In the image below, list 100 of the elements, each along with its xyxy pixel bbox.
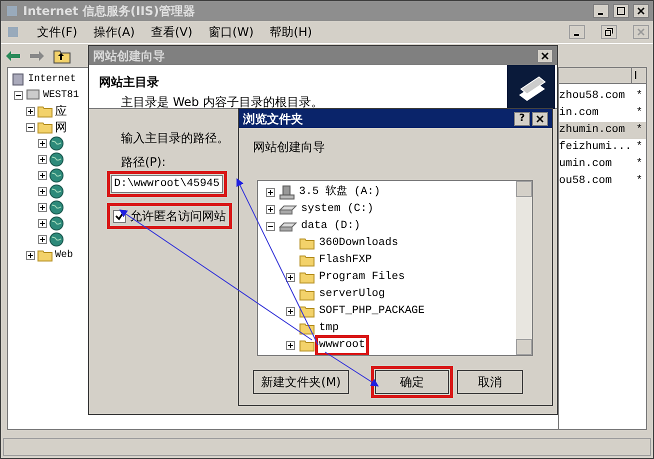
menu-item[interactable]: 窗口(W): [208, 23, 254, 41]
drive-icon: [279, 204, 297, 214]
globe-icon: [49, 184, 64, 198]
expand-box-icon[interactable]: [38, 218, 47, 228]
list-cell-text: *: [636, 89, 644, 104]
folder-tree-item[interactable]: FlashFXP: [319, 254, 372, 267]
folder-tree-item[interactable]: serverUlog: [319, 288, 386, 301]
folder-icon: [37, 248, 53, 262]
app-icon: [5, 4, 19, 18]
list-row[interactable]: ou58.com *: [559, 173, 646, 190]
list-row[interactable]: umin.com *: [559, 156, 646, 173]
collapse-box-icon[interactable]: [14, 90, 23, 100]
folder-tree-item[interactable]: Program Files: [319, 271, 405, 284]
menu-item[interactable]: 操作(A): [93, 23, 135, 41]
checkbox-label: 允许匿名访问网站: [130, 208, 226, 225]
expand-box-icon[interactable]: [26, 250, 35, 260]
close-icon[interactable]: [532, 112, 548, 126]
path-label: 路径(P):: [121, 154, 166, 171]
folder-tree-item[interactable]: SOFT_PHP_PACKAGE: [319, 305, 425, 318]
expand-box-icon[interactable]: [38, 202, 47, 212]
expand-box-icon[interactable]: [38, 170, 47, 180]
globe-icon: [49, 152, 64, 166]
folder-icon: [299, 288, 315, 301]
computer-icon: [25, 88, 41, 102]
list-cell-text: *: [636, 157, 644, 172]
globe-icon: [49, 200, 64, 214]
menu-item[interactable]: 帮助(H): [270, 23, 312, 41]
app-icon: [5, 24, 21, 40]
menu-item[interactable]: 文件(F): [37, 23, 78, 41]
drive-icon: [279, 222, 297, 232]
menu-item[interactable]: 查看(V): [150, 23, 192, 41]
list-row[interactable]: in.com *: [559, 105, 646, 122]
expand-box-icon[interactable]: [38, 234, 47, 244]
window-title: Internet 信息服务(IIS)管理器: [23, 3, 196, 20]
folder-tree-item[interactable]: data (D:): [301, 220, 360, 233]
expand-box-icon[interactable]: [266, 205, 275, 214]
folder-icon: [299, 339, 315, 352]
expand-box-icon[interactable]: [26, 106, 35, 116]
restore-icon[interactable]: [601, 25, 617, 39]
site-name: zhou58.com: [559, 89, 626, 104]
expand-box-icon[interactable]: [266, 188, 275, 197]
close-icon[interactable]: [633, 4, 649, 18]
dialog-title: 网站创建向导: [93, 48, 166, 64]
expand-box-icon[interactable]: [286, 307, 295, 316]
list-cell-text: *: [636, 106, 644, 122]
minimize-icon[interactable]: [593, 4, 609, 18]
globe-icon: [49, 216, 64, 230]
floppy-drive-icon: [279, 185, 295, 200]
collapse-box-icon[interactable]: [26, 122, 35, 132]
folder-icon: [299, 305, 315, 318]
list-row[interactable]: zhou58.com *: [559, 88, 646, 105]
tree-item[interactable]: Internet: [28, 72, 76, 86]
list-row[interactable]: feizhumi... *: [559, 139, 646, 156]
tree-item[interactable]: WEST81: [43, 88, 80, 102]
back-arrow-icon[interactable]: [5, 50, 21, 62]
up-folder-icon[interactable]: [53, 48, 71, 64]
list-cell-text: *: [636, 174, 644, 190]
expand-box-icon[interactable]: [38, 138, 47, 148]
dialog-title: 浏览文件夹: [243, 110, 304, 128]
folder-tree-item[interactable]: wwwroot: [319, 339, 366, 352]
site-name: zhumin.com: [559, 123, 626, 138]
folder-icon: [37, 120, 53, 134]
wizard-heading: 网站主目录: [99, 74, 160, 91]
scrollbar[interactable]: [516, 181, 532, 355]
folder-tree-item[interactable]: tmp: [319, 322, 339, 335]
folder-icon: [299, 237, 315, 250]
list-row[interactable]: zhumin.com *: [559, 122, 646, 139]
list-cell-text: *: [636, 140, 644, 156]
folder-tree-item[interactable]: system (C:): [301, 203, 374, 216]
dialog-button[interactable]: 取消: [457, 370, 523, 394]
minimize-icon[interactable]: [569, 25, 585, 39]
folder-tree-item[interactable]: 3.5 软盘 (A:): [299, 186, 380, 199]
server-icon: [10, 72, 26, 86]
expand-box-icon[interactable]: [286, 341, 295, 350]
tree-item[interactable]: 应: [55, 102, 67, 120]
site-name: ou58.com: [559, 174, 613, 190]
dialog-button[interactable]: 确定: [375, 370, 449, 394]
dialog-description: 网站创建向导: [253, 139, 325, 156]
site-name: feizhumi...: [559, 140, 633, 156]
path-field[interactable]: D:\wwwroot\45945: [111, 175, 223, 193]
site-name: in.com: [559, 106, 600, 122]
expand-box-icon[interactable]: [38, 154, 47, 164]
folder-tree-item[interactable]: 360Downloads: [319, 237, 398, 250]
maximize-icon[interactable]: [613, 4, 629, 18]
collapse-box-icon[interactable]: [266, 222, 275, 231]
expand-box-icon[interactable]: [286, 273, 295, 282]
globe-icon: [49, 136, 64, 150]
close-icon[interactable]: [537, 48, 553, 62]
expand-box-icon[interactable]: [38, 186, 47, 196]
globe-icon: [49, 232, 64, 246]
column-header[interactable]: I: [632, 68, 646, 83]
tree-item[interactable]: 网: [55, 118, 67, 136]
tree-item[interactable]: Web: [55, 248, 74, 262]
folder-icon: [37, 104, 53, 118]
site-name: umin.com: [559, 157, 613, 172]
path-prompt: 输入主目录的路径。: [121, 130, 229, 147]
help-button[interactable]: ?: [514, 112, 530, 126]
list-cell-text: *: [636, 123, 644, 138]
folder-icon: [299, 254, 315, 267]
dialog-button[interactable]: 新建文件夹(M): [253, 370, 349, 394]
